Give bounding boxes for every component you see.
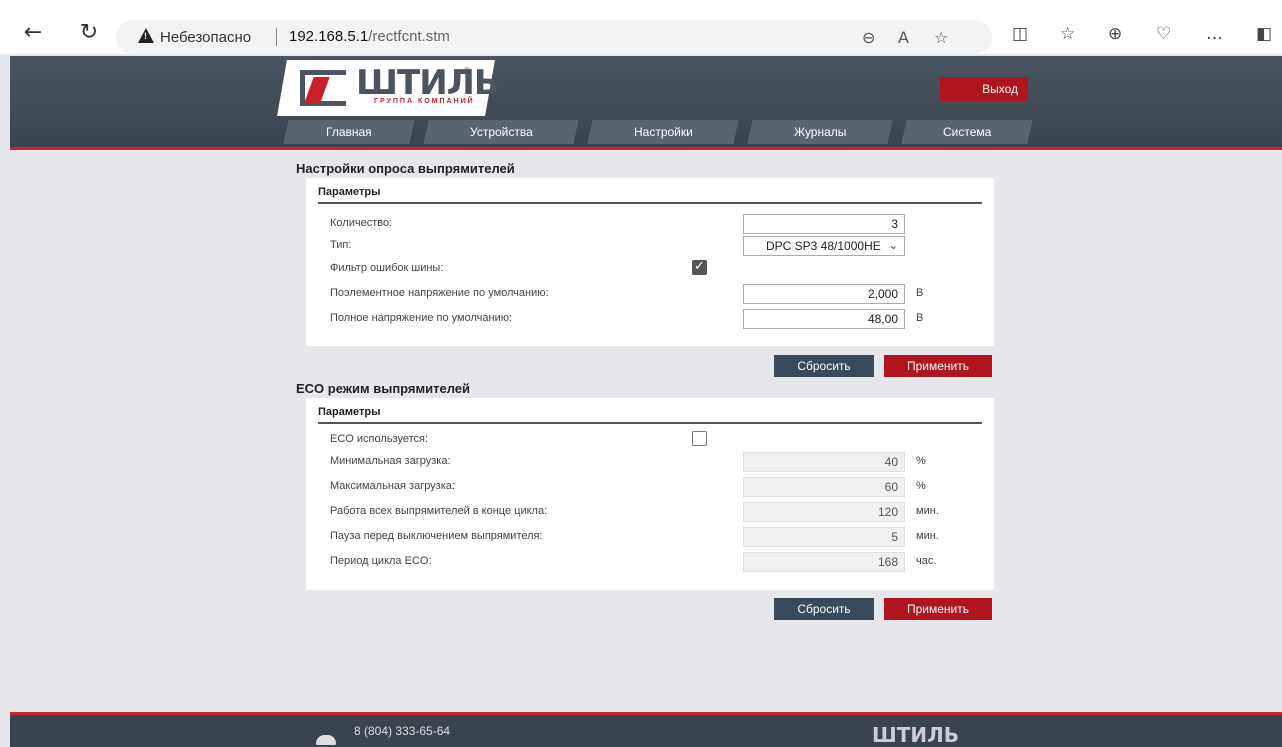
chevron-down-icon: ⌄ <box>888 239 898 252</box>
reload-icon[interactable]: ↻ <box>78 22 100 44</box>
site-footer: 8 (804) 333-65-64 ШТИЛЬ <box>10 712 1282 747</box>
url-host: 192.168.5.1 <box>289 28 369 45</box>
filter-label: Фильтр ошибок шины: <box>330 262 444 274</box>
url-text[interactable]: 192.168.5.1/rectfcnt.stm <box>289 28 450 45</box>
poll-panel: Параметры Количество: 3 Тип: DPC SP3 48/… <box>306 178 994 346</box>
eco-period-input: 168 <box>743 552 905 572</box>
eco-min-load-input: 40 <box>743 452 905 472</box>
full-voltage-unit: В <box>916 312 924 324</box>
address-bar[interactable]: Небезопасно 192.168.5.1/rectfcnt.stm ⊖ A… <box>116 20 992 54</box>
eco-used-checkbox[interactable] <box>692 431 707 446</box>
eco-used-row: ECO используется: <box>330 430 970 452</box>
eco-max-load-input: 60 <box>743 477 905 497</box>
tab-home[interactable]: Главная <box>283 120 415 144</box>
eco-all-run-input: 120 <box>743 502 905 522</box>
favorite-star-icon[interactable]: ☆ <box>934 28 948 47</box>
eco-period-unit: час. <box>916 555 937 567</box>
type-select-value: DPC SP3 48/1000HE <box>766 239 881 253</box>
collections-icon[interactable]: ⊕ <box>1108 24 1122 44</box>
type-label: Тип: <box>330 239 352 251</box>
full-voltage-row: Полное напряжение по умолчанию: 48,00 В <box>330 309 970 331</box>
warning-icon <box>138 28 154 43</box>
eco-pause-input: 5 <box>743 527 905 547</box>
eco-min-load-unit: % <box>916 455 926 467</box>
eco-all-run-unit: мин. <box>916 505 939 517</box>
cell-voltage-input[interactable]: 2,000 <box>743 284 905 304</box>
eco-max-load-row: Максимальная загрузка: 60 % <box>330 477 970 499</box>
poll-panel-title: Параметры <box>318 186 982 204</box>
eco-pause-label: Пауза перед выключением выпрямителя: <box>330 530 543 542</box>
full-voltage-label: Полное напряжение по умолчанию: <box>330 312 513 324</box>
tab-system-label: Система <box>942 125 992 139</box>
logo[interactable]: ШТИЛЬ ® ГРУППА КОМПАНИЙ <box>277 60 499 116</box>
insecure-label: Небезопасно <box>160 29 252 46</box>
eco-panel: Параметры ECO используется: Минимальная … <box>306 398 994 590</box>
cell-voltage-row: Поэлементное напряжение по умолчанию: 2,… <box>330 284 970 306</box>
tab-home-label: Главная <box>326 125 372 139</box>
full-voltage-input[interactable]: 48,00 <box>743 309 905 329</box>
footer-logo: ШТИЛЬ <box>872 723 959 747</box>
eco-reset-button[interactable]: Сбросить <box>774 598 874 620</box>
tab-logs-label: Журналы <box>793 125 847 139</box>
eco-all-run-label: Работа всех выпрямителей в конце цикла: <box>330 505 548 517</box>
split-screen-icon[interactable]: ◫ <box>1012 24 1028 44</box>
type-select[interactable]: DPC SP3 48/1000HE ⌄ <box>743 236 905 256</box>
eco-section-title: ECO режим выпрямителей <box>296 381 471 396</box>
back-arrow-icon[interactable]: ← <box>22 22 44 44</box>
cell-voltage-unit: В <box>916 287 924 299</box>
eco-pause-row: Пауза перед выключением выпрямителя: 5 м… <box>330 527 970 549</box>
count-row: Количество: 3 <box>330 214 970 236</box>
eco-panel-title: Параметры <box>318 406 982 424</box>
footer-phone: 8 (804) 333-65-64 <box>354 724 451 738</box>
count-label: Количество: <box>330 217 393 229</box>
phone-icon <box>316 735 336 745</box>
eco-period-row: Период цикла ECO: 168 час. <box>330 552 970 574</box>
poll-apply-button[interactable]: Применить <box>884 355 992 377</box>
eco-period-label: Период цикла ECO: <box>330 555 432 567</box>
sidebar-toggle-icon[interactable]: ◧ <box>1256 24 1272 44</box>
read-aloud-icon[interactable]: A <box>898 28 909 47</box>
exit-button[interactable]: Выход <box>940 77 1028 101</box>
filter-checkbox[interactable] <box>692 259 707 275</box>
filter-row: Фильтр ошибок шины: <box>330 259 970 281</box>
site-header: ШТИЛЬ ® ГРУППА КОМПАНИЙ Выход Главная Ус… <box>10 56 1282 150</box>
eco-max-load-unit: % <box>916 480 926 492</box>
tab-system[interactable]: Система <box>901 120 1033 144</box>
eco-min-load-label: Минимальная загрузка: <box>330 455 451 467</box>
eco-all-run-row: Работа всех выпрямителей в конце цикла: … <box>330 502 970 524</box>
tab-devices[interactable]: Устройства <box>423 120 579 144</box>
tab-logs[interactable]: Журналы <box>747 120 893 144</box>
tab-settings[interactable]: Настройки <box>587 120 739 144</box>
logo-mark-icon <box>300 70 346 106</box>
eco-apply-button[interactable]: Применить <box>884 598 992 620</box>
main-menu: Главная Устройства Настройки Журналы Сис… <box>276 120 1036 144</box>
eco-max-load-label: Максимальная загрузка: <box>330 480 455 492</box>
type-row: Тип: DPC SP3 48/1000HE ⌄ <box>330 236 970 258</box>
poll-reset-button[interactable]: Сбросить <box>774 355 874 377</box>
favorites-icon[interactable]: ☆ <box>1060 24 1075 44</box>
eco-used-label: ECO используется: <box>330 433 428 445</box>
tab-settings-label: Настройки <box>633 125 693 139</box>
browser-toolbar: ← ↻ Небезопасно 192.168.5.1/rectfcnt.stm… <box>0 0 1282 54</box>
eco-min-load-row: Минимальная загрузка: 40 % <box>330 452 970 474</box>
logo-subtitle: ГРУППА КОМПАНИЙ <box>374 98 475 105</box>
logo-text: ШТИЛЬ <box>356 63 499 103</box>
poll-section-title: Настройки опроса выпрямителей <box>296 161 515 176</box>
zoom-icon[interactable]: ⊖ <box>862 28 875 47</box>
more-options-icon[interactable]: … <box>1206 24 1223 44</box>
tab-devices-label: Устройства <box>469 125 533 139</box>
browser-essentials-icon[interactable]: ♡ <box>1156 24 1171 44</box>
count-input[interactable]: 3 <box>743 214 905 234</box>
logo-registered: ® <box>464 66 470 75</box>
url-path: /rectfcnt.stm <box>368 28 450 45</box>
eco-pause-unit: мин. <box>916 530 939 542</box>
address-divider <box>276 28 277 46</box>
cell-voltage-label: Поэлементное напряжение по умолчанию: <box>330 287 549 299</box>
